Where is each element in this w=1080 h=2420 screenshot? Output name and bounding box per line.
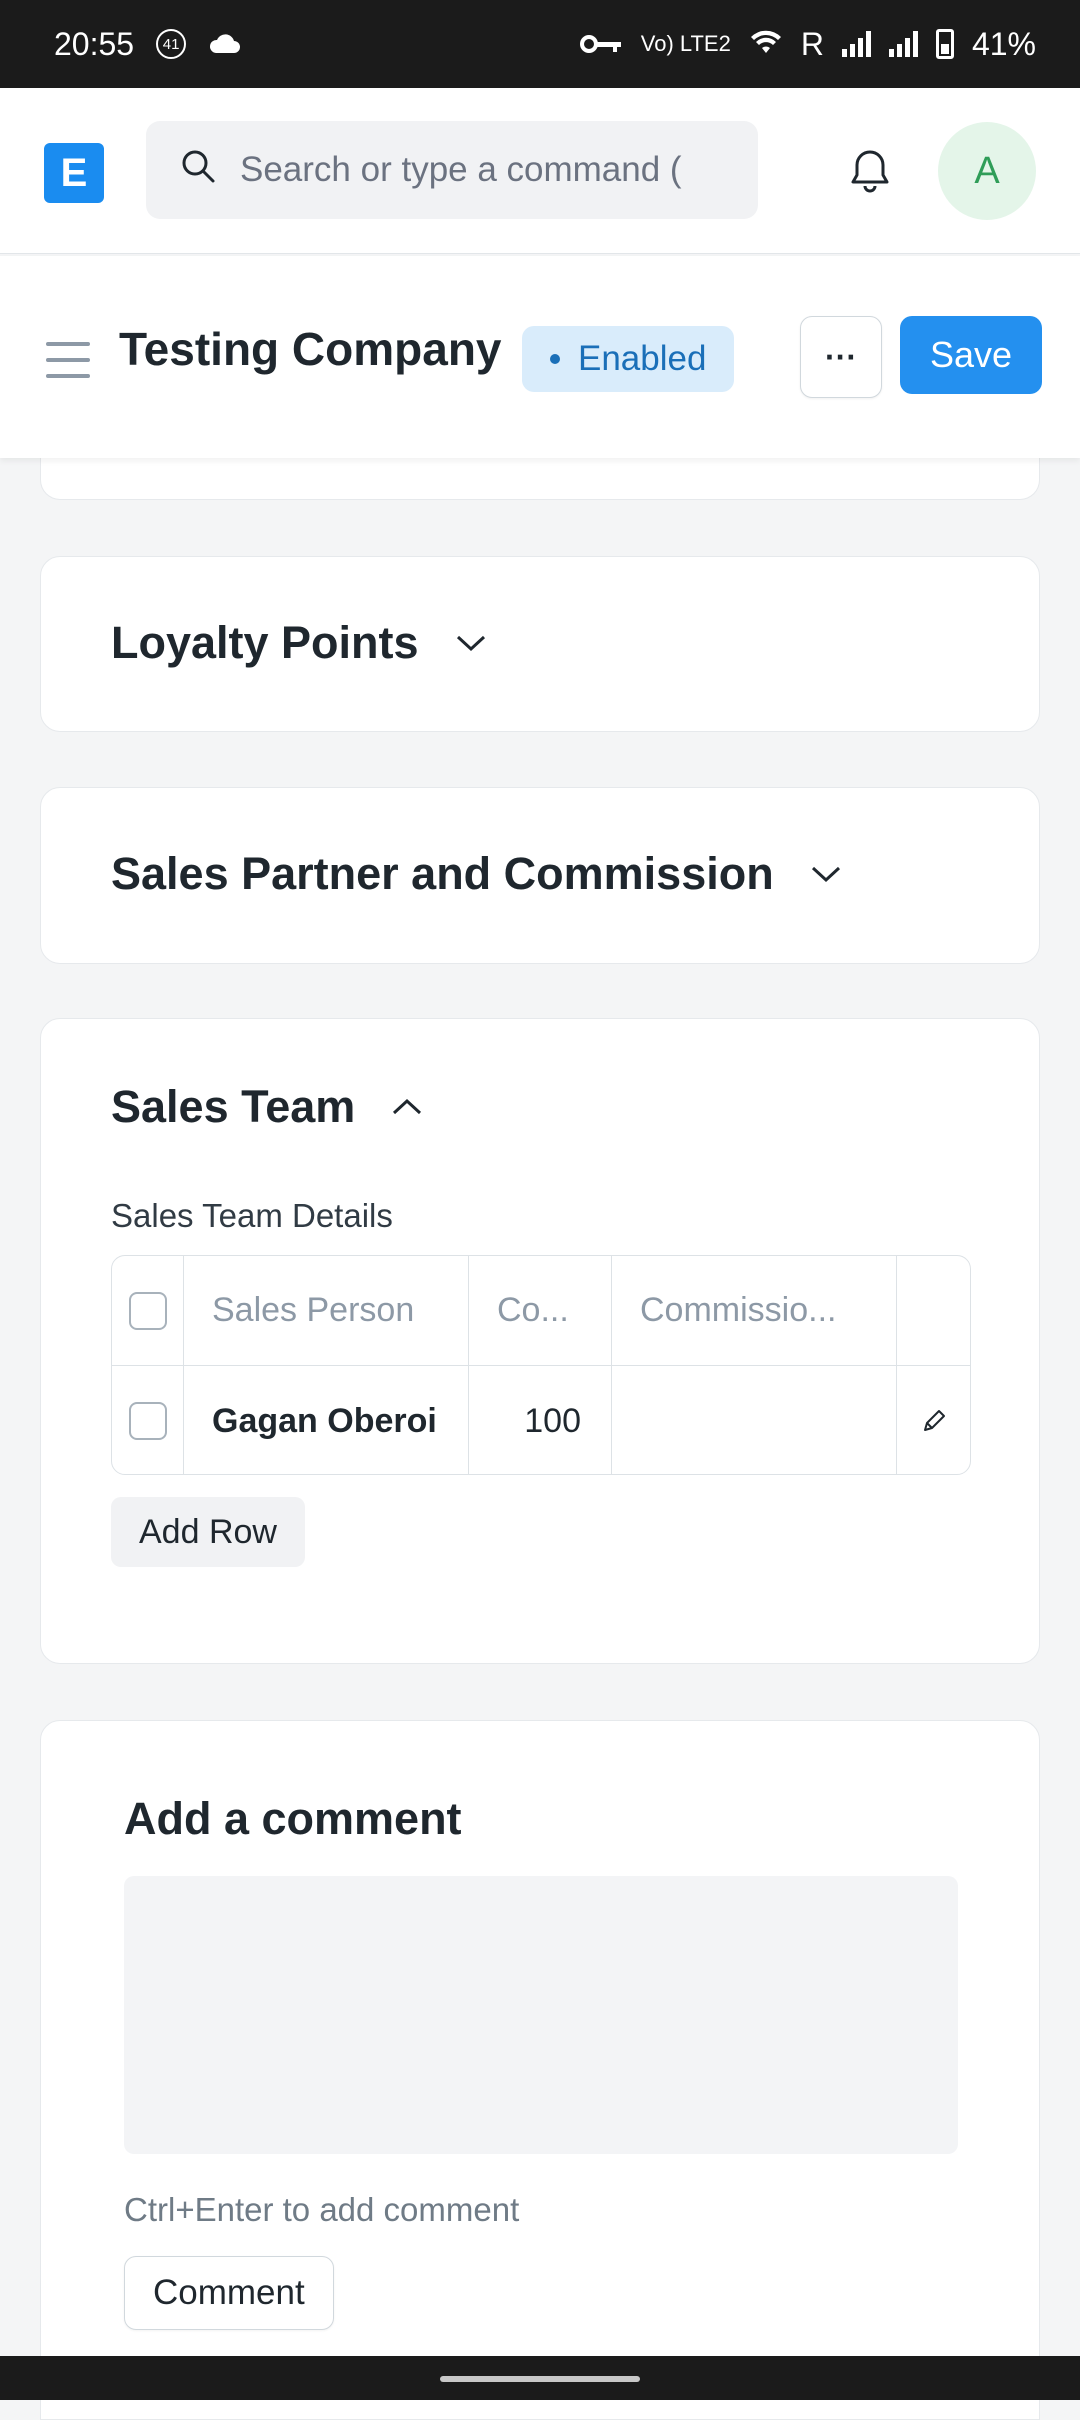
comment-section: Add a comment Ctrl+Enter to add comment … bbox=[40, 1720, 1040, 2420]
avatar[interactable]: A bbox=[938, 122, 1036, 220]
select-all-cell bbox=[112, 1256, 184, 1365]
signal-2-icon bbox=[888, 31, 918, 57]
section-header[interactable]: Sales Partner and Commission bbox=[111, 848, 842, 900]
commission-cell[interactable] bbox=[612, 1366, 897, 1474]
section-title: Sales Partner and Commission bbox=[111, 848, 774, 899]
table-row[interactable]: Gagan Oberoi 100 bbox=[112, 1366, 970, 1474]
column-header-actions bbox=[897, 1256, 970, 1365]
status-badge-label: Enabled bbox=[578, 339, 707, 378]
save-button[interactable]: Save bbox=[900, 316, 1042, 394]
select-all-checkbox[interactable] bbox=[128, 1291, 167, 1330]
signal-1-icon bbox=[841, 31, 871, 57]
status-dot-icon bbox=[550, 354, 560, 364]
vpn-key-icon bbox=[579, 26, 623, 63]
app-navbar: E Search or type a command ( A bbox=[0, 88, 1080, 254]
status-badge: Enabled bbox=[522, 326, 735, 392]
cloud-icon bbox=[208, 26, 241, 63]
sidebar-toggle-icon[interactable] bbox=[46, 342, 90, 378]
comment-title: Add a comment bbox=[124, 1793, 462, 1844]
edit-pencil-icon[interactable] bbox=[920, 1407, 948, 1435]
section-header[interactable]: Sales Team bbox=[111, 1081, 423, 1133]
column-header-sales-person: Sales Person bbox=[184, 1256, 469, 1365]
column-header-contribution: Co... bbox=[469, 1256, 612, 1365]
add-row-button[interactable]: Add Row bbox=[111, 1497, 305, 1567]
grid-label: Sales Team Details bbox=[111, 1197, 393, 1234]
wifi-icon bbox=[749, 26, 783, 63]
notification-count-icon: 41 bbox=[156, 29, 187, 59]
roaming-label: R bbox=[800, 25, 824, 62]
comment-hint: Ctrl+Enter to add comment bbox=[124, 2191, 520, 2228]
system-nav-bar bbox=[0, 2356, 1080, 2400]
sales-team-section: Sales Team Sales Team Details Sales Pers… bbox=[40, 1018, 1040, 1664]
comment-button[interactable]: Comment bbox=[124, 2256, 334, 2330]
status-bar: 20:55 41 Vo) LTE2 R 41% bbox=[0, 0, 1080, 88]
chevron-up-icon bbox=[393, 1098, 422, 1115]
chevron-down-icon bbox=[811, 866, 840, 883]
app-logo[interactable]: E bbox=[44, 143, 104, 203]
notifications-bell-icon[interactable] bbox=[845, 146, 895, 196]
section-title: Loyalty Points bbox=[111, 617, 419, 668]
battery-icon bbox=[935, 29, 954, 59]
section-header[interactable]: Loyalty Points bbox=[111, 617, 487, 669]
table-header-row: Sales Person Co... Commissio... bbox=[112, 1256, 970, 1366]
chevron-down-icon bbox=[456, 635, 485, 652]
edit-row-cell[interactable] bbox=[897, 1366, 970, 1474]
home-gesture-handle[interactable] bbox=[440, 2376, 640, 2382]
row-checkbox[interactable] bbox=[128, 1402, 167, 1440]
sales-team-table: Sales Person Co... Commissio... Gagan Ob… bbox=[111, 1255, 971, 1475]
battery-percent: 41% bbox=[971, 25, 1036, 62]
contribution-cell[interactable]: 100 bbox=[469, 1366, 612, 1474]
page-title: Testing Company bbox=[119, 323, 502, 375]
column-header-commission: Commissio... bbox=[612, 1256, 897, 1365]
comment-input[interactable] bbox=[124, 1876, 958, 2154]
section-title: Sales Team bbox=[111, 1081, 356, 1132]
row-select-cell bbox=[112, 1366, 184, 1474]
status-time: 20:55 bbox=[54, 25, 135, 62]
search-icon bbox=[180, 148, 216, 193]
page-header: Testing Company Enabled ··· Save bbox=[0, 256, 1080, 458]
network-label: Vo) LTE2 bbox=[640, 31, 731, 56]
sales-partner-section[interactable]: Sales Partner and Commission bbox=[40, 787, 1040, 964]
more-actions-button[interactable]: ··· bbox=[800, 316, 882, 398]
loyalty-points-section[interactable]: Loyalty Points bbox=[40, 556, 1040, 732]
search-input[interactable]: Search or type a command ( bbox=[146, 121, 758, 219]
sales-person-cell[interactable]: Gagan Oberoi bbox=[184, 1366, 469, 1474]
search-placeholder: Search or type a command ( bbox=[240, 150, 682, 189]
